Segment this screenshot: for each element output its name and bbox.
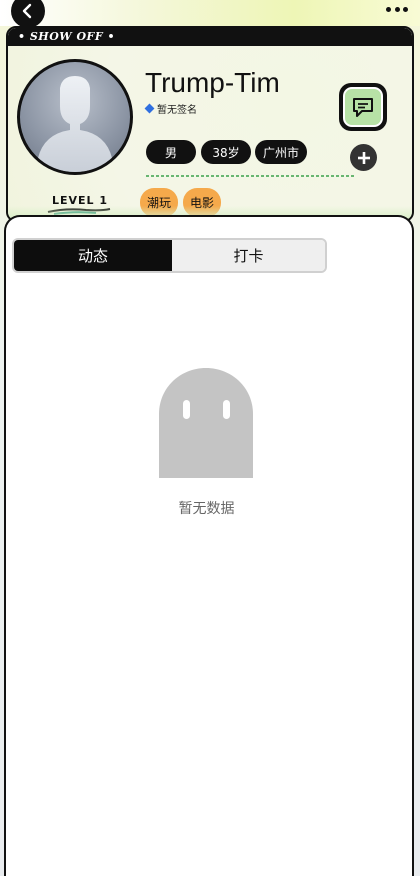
chat-button[interactable] bbox=[339, 83, 387, 131]
more-dot-icon bbox=[403, 6, 408, 12]
empty-ghost-icon bbox=[159, 368, 253, 478]
plus-icon bbox=[357, 151, 370, 164]
decorative-divider bbox=[146, 175, 356, 177]
back-button[interactable] bbox=[11, 0, 45, 28]
default-avatar-icon bbox=[38, 76, 112, 172]
profile-card: • SHOW OFF • LEVEL 1 Trump-Tim 暂无签名 男 38… bbox=[6, 26, 414, 222]
more-dot-icon bbox=[386, 6, 391, 12]
empty-state-text: 暂无数据 bbox=[178, 501, 235, 517]
city-chip: 广州市 bbox=[255, 140, 307, 164]
gender-chip: 男 bbox=[146, 140, 196, 164]
banner-label: • SHOW OFF • bbox=[18, 30, 116, 43]
age-chip: 38岁 bbox=[201, 140, 251, 164]
more-button[interactable] bbox=[386, 4, 408, 14]
add-button[interactable] bbox=[350, 144, 377, 171]
chat-bubble-icon bbox=[353, 98, 373, 117]
chevron-left-icon bbox=[22, 3, 32, 19]
card-banner: • SHOW OFF • bbox=[8, 28, 412, 46]
chat-icon-bg bbox=[343, 87, 383, 127]
more-dot-icon bbox=[394, 6, 400, 12]
username: Trump-Tim bbox=[145, 67, 280, 98]
signature-row: 暂无签名 bbox=[144, 101, 197, 116]
tab-bar: 动态 打卡 bbox=[12, 238, 327, 273]
avatar[interactable] bbox=[17, 59, 133, 175]
signature-text: 暂无签名 bbox=[157, 105, 197, 116]
diamond-icon bbox=[144, 103, 155, 114]
top-bar bbox=[0, 0, 420, 28]
content-panel bbox=[4, 215, 414, 876]
tab-moments[interactable]: 动态 bbox=[14, 240, 172, 271]
tab-checkin[interactable]: 打卡 bbox=[172, 240, 325, 271]
